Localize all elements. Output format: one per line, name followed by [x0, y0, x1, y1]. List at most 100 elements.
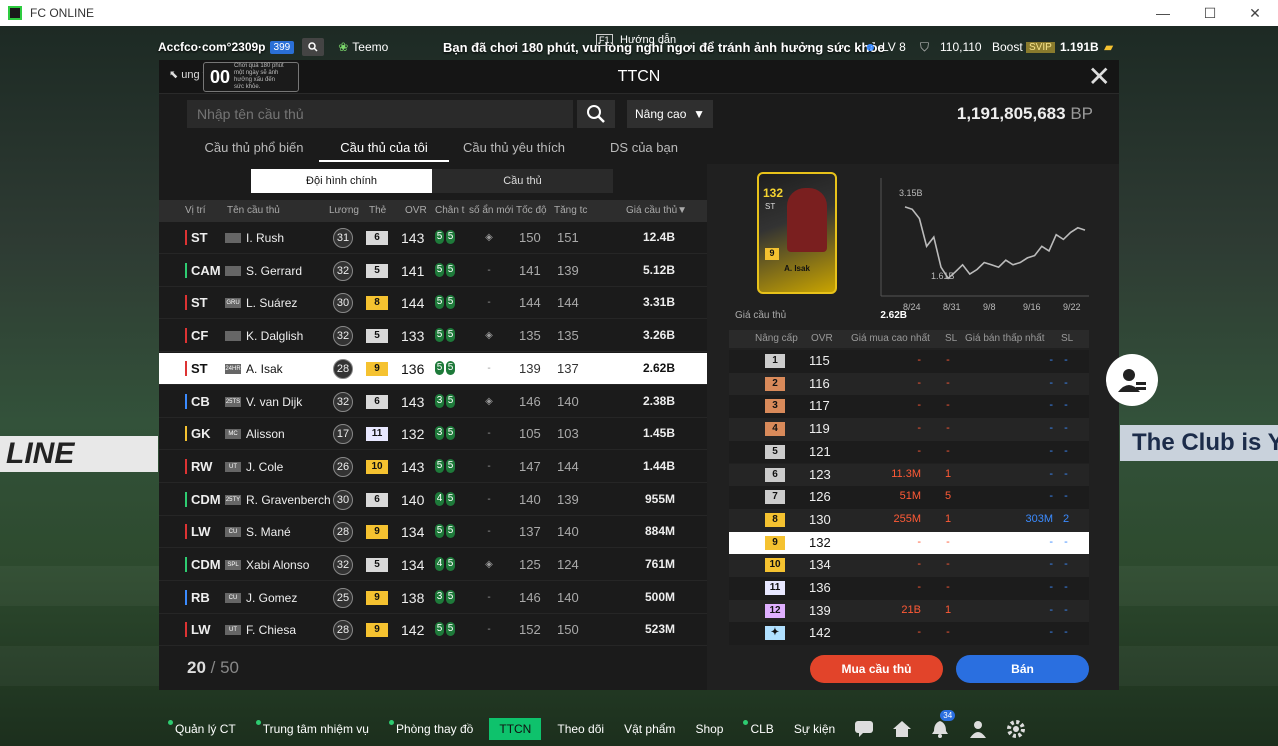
nav-club[interactable]: CLB	[733, 712, 783, 746]
player-row[interactable]: CDM 25TY R. Gravenberch 30 6 140 4 5 - 140 139 955M	[159, 484, 707, 516]
app-logo-icon	[8, 6, 22, 20]
price-row[interactable]: 5 121- - - -	[729, 440, 1089, 464]
x-tick-label: 9/22	[1063, 302, 1081, 312]
nav-locker-room[interactable]: Phòng thay đồ	[379, 712, 483, 746]
price-row[interactable]: ✦ 142- - - -	[729, 622, 1089, 646]
friend-request-button[interactable]	[1106, 354, 1158, 406]
col-price[interactable]: Giá cầu thủ▼	[626, 205, 687, 216]
guide-link[interactable]: Hướng dẫn	[620, 34, 676, 46]
weak-foot: 5	[435, 524, 444, 539]
player-price: 955M	[644, 491, 675, 506]
player-search-input[interactable]	[187, 100, 573, 128]
player-name: S. Mané	[246, 525, 291, 540]
price-level: ✦	[765, 626, 785, 641]
player-speed: 141	[519, 262, 541, 278]
price-row[interactable]: 12 139 21B 1 - -	[729, 599, 1089, 623]
player-position: GK	[185, 426, 211, 442]
ph-highest-buy: Giá mua cao nhất	[851, 333, 930, 344]
tab-my-players[interactable]: Cầu thủ của tôi	[319, 138, 449, 162]
player-row[interactable]: ST 24HR A. Isak 28 9 136 5 5 - 139 137 2.62B	[159, 352, 707, 385]
chat-icon[interactable]	[853, 718, 875, 740]
notify-dot-icon	[388, 720, 394, 725]
subtab-players[interactable]: Cầu thủ	[432, 169, 613, 193]
price-level: 4	[765, 422, 785, 437]
price-row[interactable]: 3 117- - - -	[729, 395, 1089, 419]
nav-ttcn[interactable]: TTCN	[489, 718, 542, 740]
season-badge-icon	[225, 265, 241, 276]
nav-label: Trung tâm nhiệm vụ	[262, 722, 369, 736]
player-row[interactable]: ST I. Rush 31 6 143 5 5 ◈ 150 151 12.4B	[159, 222, 707, 254]
top-bar: Accfco·com°2309p 399 ❀ Teemo Bạn đã chơi…	[158, 34, 1120, 58]
player-row[interactable]: CDM SPL Xabi Alonso 32 5 134 4 5 ◈ 125 124 761M	[159, 549, 707, 581]
price-row[interactable]: 9 132- - - -	[729, 531, 1089, 555]
nav-squad-management[interactable]: Quản lý CT	[158, 712, 246, 746]
y-tick-label: 3.15B	[899, 188, 923, 198]
nav-items[interactable]: Vật phẩm	[614, 712, 685, 746]
foot-icons: 55	[435, 328, 457, 343]
player-row[interactable]: CB 25TS V. van Dijk 32 6 143 3 5 ◈ 146 140 2.38B	[159, 386, 707, 418]
search-button[interactable]	[577, 100, 615, 128]
price-row[interactable]: 1 115- - - -	[729, 350, 1089, 373]
bell-icon[interactable]: 34	[929, 710, 956, 740]
buy-player-button[interactable]: Mua cầu thủ	[810, 655, 943, 683]
advanced-dropdown[interactable]: Nâng cao ▼	[627, 100, 713, 128]
minimize-button[interactable]: —	[1140, 0, 1186, 26]
player-row[interactable]: CF K. Dalglish 32 5 133 5 5 ◈ 135 135 3.26B	[159, 320, 707, 353]
nav-mission-center[interactable]: Trung tâm nhiệm vụ	[246, 712, 379, 746]
price-row[interactable]: 2 116- - - -	[729, 372, 1089, 396]
tab-your-list[interactable]: DS của bạn	[579, 138, 709, 162]
player-name: L. Suárez	[246, 296, 298, 311]
season-badge-icon	[225, 331, 241, 342]
maximize-button[interactable]: ☐	[1187, 0, 1233, 26]
tab-favorites[interactable]: Cầu thủ yêu thích	[449, 138, 579, 162]
price-row[interactable]: 8 130 255M 1 303M 2	[729, 508, 1089, 532]
ph-ovr: OVR	[811, 333, 833, 344]
player-acceleration: 139	[557, 262, 579, 278]
price-row[interactable]: 7 126 51M 5 - -	[729, 486, 1089, 509]
nav-events[interactable]: Sự kiện	[784, 712, 845, 746]
home-icon[interactable]	[891, 718, 913, 740]
tab-popular[interactable]: Cầu thủ phổ biến	[189, 138, 319, 162]
price-row[interactable]: 6 123 11.3M 1 - -	[729, 463, 1089, 487]
highest-buy: 21B	[901, 603, 921, 616]
price-row[interactable]: 10 134- - - -	[729, 554, 1089, 577]
player-row[interactable]: RW UT J. Cole 26 10 143 5 5 - 147 144 1.44B	[159, 451, 707, 483]
playtime-timer: 00 Chơi quá 180 phút một ngày sẽ ảnh hưở…	[203, 62, 299, 92]
player-row[interactable]: LW UT F. Chiesa 28 9 142 5 5 - 152 150 523M	[159, 614, 707, 647]
col-hidden-trait: số ẩn mới	[469, 205, 514, 216]
price-row[interactable]: 4 119- - - -	[729, 418, 1089, 441]
timer-value: 00	[210, 66, 231, 87]
weak-foot: 3	[435, 426, 444, 441]
player-row[interactable]: LW CU S. Mané 28 9 134 5 5 - 137 140 884M	[159, 516, 707, 549]
season-badge-icon: 25TS	[225, 396, 241, 407]
price-row[interactable]: 11 136- - - -	[729, 577, 1089, 600]
season-badge-icon: GRU	[225, 298, 241, 309]
price-ovr: 134	[809, 557, 831, 573]
weak-foot: 5	[435, 295, 444, 310]
account-search-button[interactable]	[302, 38, 325, 56]
sell-qty: 2	[1062, 512, 1070, 525]
subtab-main-squad[interactable]: Đội hình chính	[251, 169, 432, 193]
player-row[interactable]: GK MC Alisson 17 11 132 3 5 - 105 103 1.45B	[159, 418, 707, 451]
player-row[interactable]: ST GRU L. Suárez 30 8 144 5 5 - 144 144 3.31B	[159, 287, 707, 320]
player-row[interactable]: RB CU J. Gomez 25 9 138 3 5 - 146 140 500M	[159, 582, 707, 614]
close-panel-button[interactable]: ✕	[1088, 63, 1111, 91]
player-ovr: 134	[401, 557, 425, 573]
close-window-button[interactable]: ✕	[1232, 0, 1278, 26]
nav-shop[interactable]: Shop	[685, 712, 733, 746]
highest-buy: -	[917, 399, 921, 412]
profile-icon[interactable]	[967, 718, 989, 740]
player-card[interactable]: 132 ST 9 A. Isak	[757, 172, 837, 294]
nav-follow[interactable]: Theo dõi	[547, 712, 614, 746]
notify-dot-icon	[168, 720, 173, 725]
chevron-down-icon: ▼	[693, 107, 705, 121]
friend-name[interactable]: Teemo	[352, 40, 388, 54]
foot-icons: 55	[435, 524, 457, 539]
settings-gear-icon[interactable]	[1005, 718, 1027, 740]
window-titlebar: FC ONLINE — ☐ ✕	[0, 0, 1278, 26]
player-ovr: 133	[401, 328, 425, 345]
player-row[interactable]: CAM S. Gerrard 32 5 141 5 5-141 139 5.12B	[159, 255, 707, 287]
sell-player-button[interactable]: Bán	[956, 655, 1089, 683]
price-level: 9	[765, 535, 785, 550]
player-position: LW	[185, 622, 211, 638]
